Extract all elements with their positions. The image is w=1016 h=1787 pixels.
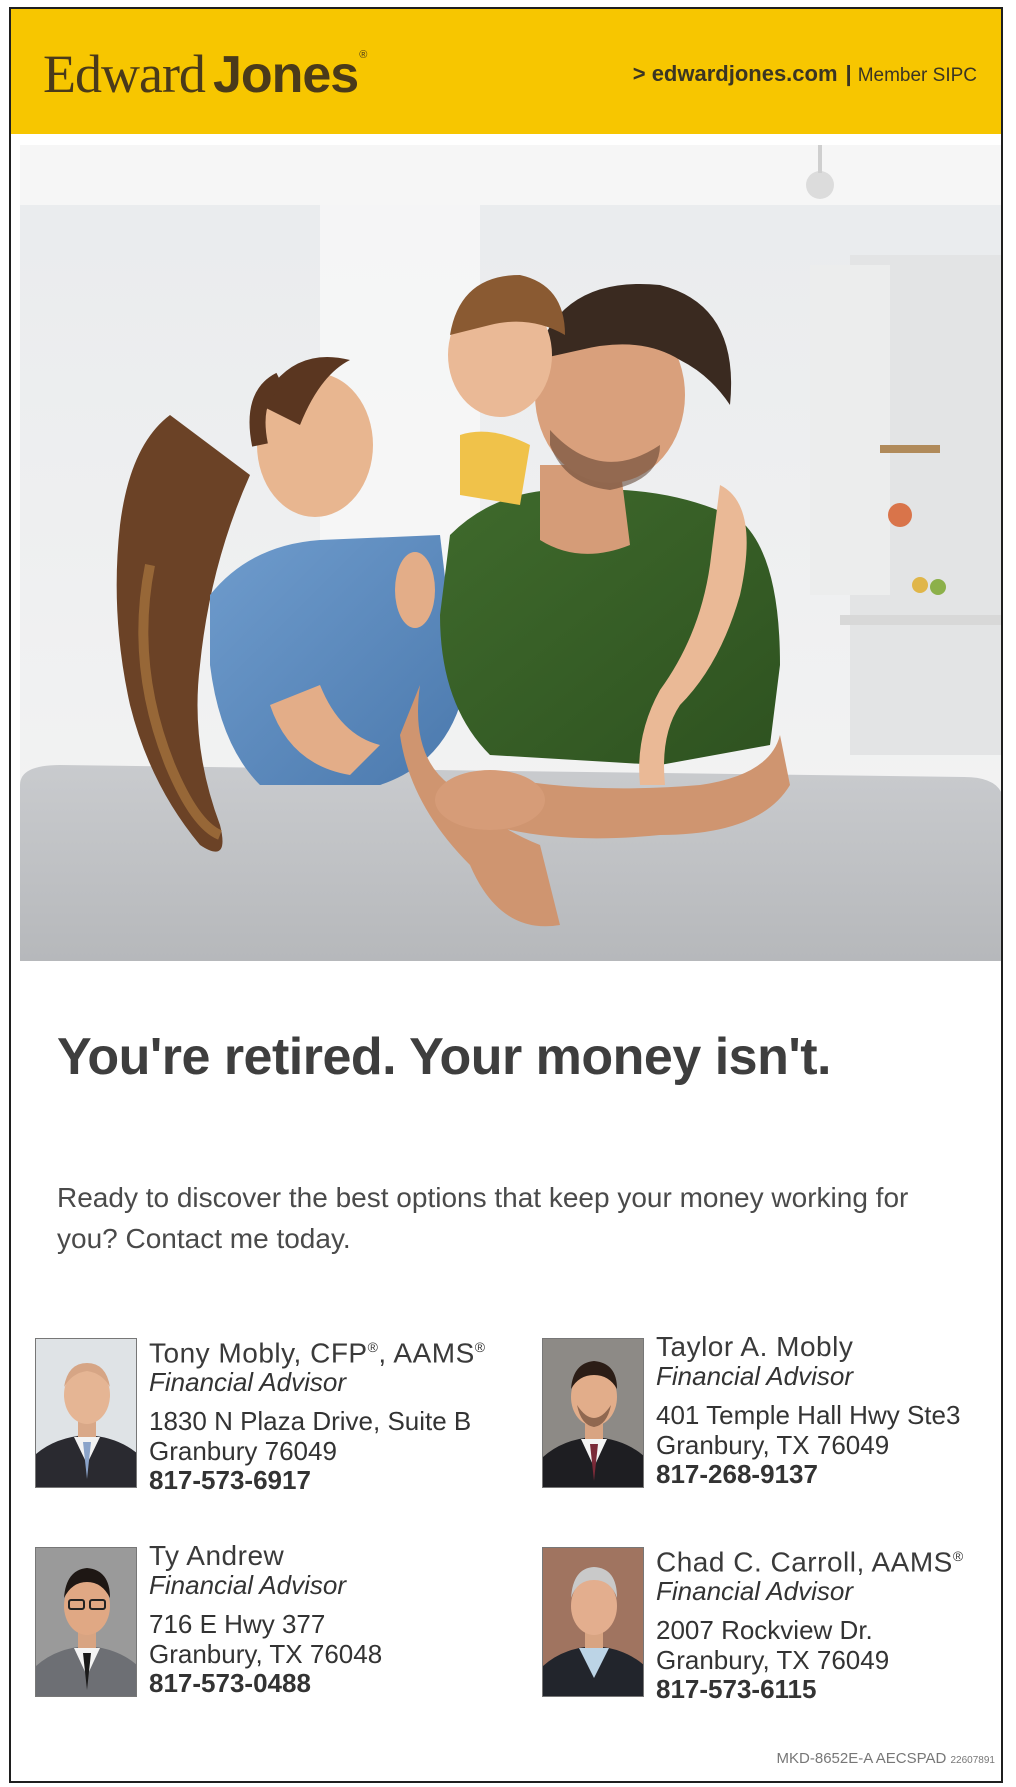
- advisor-address-line2: Granbury, TX 76049: [656, 1430, 890, 1460]
- family-hero-photo: [20, 145, 1001, 961]
- advisor-name: Ty Andrew: [149, 1541, 509, 1571]
- advisor-name-credential: , AAMS: [378, 1337, 475, 1369]
- advisor-address-line1: 1830 N Plaza Drive, Suite B: [149, 1406, 472, 1437]
- advisor-address-line1: 401 Temple Hall Hwy Ste3: [656, 1400, 961, 1430]
- advisor-name-text: Ty Andrew: [149, 1540, 285, 1571]
- advisor-card: Taylor A. Mobly Financial Advisor 401 Te…: [542, 1332, 1001, 1498]
- footer-code-number: 22607891: [950, 1755, 996, 1766]
- advisor-name-text: Chad C. Carroll, AAMS: [656, 1546, 953, 1578]
- advisor-card: Chad C. Carroll, AAMS® Financial Advisor…: [542, 1547, 1001, 1707]
- advisor-name: Chad C. Carroll, AAMS®: [656, 1541, 1001, 1578]
- footer-code-text: MKD-8652E-A AECSPAD: [776, 1750, 947, 1767]
- advisor-photo: [35, 1338, 137, 1488]
- advisor-address-line1: 2007 Rockview Dr.: [656, 1615, 873, 1646]
- advisor-card: Tony Mobly, CFP®, AAMS® Financial Adviso…: [35, 1338, 505, 1498]
- advisor-title: Financial Advisor: [149, 1367, 347, 1398]
- body-copy: Ready to discover the best options that …: [57, 1182, 909, 1254]
- advisor-phone[interactable]: 817-573-6917: [149, 1466, 509, 1494]
- advisor-name-text: Taylor A. Mobly: [656, 1331, 854, 1362]
- footer-job-code: MKD-8652E-A AECSPAD 22607891: [777, 1750, 995, 1767]
- advisor-phone[interactable]: 817-268-9137: [656, 1460, 1001, 1488]
- advisor-photo: [542, 1547, 644, 1697]
- advisor-info: Taylor A. Mobly Financial Advisor 401 Te…: [656, 1331, 1001, 1489]
- advisor-card: Ty Andrew Financial Advisor 716 E Hwy 37…: [35, 1541, 505, 1707]
- advisor-title: Financial Advisor: [656, 1361, 854, 1391]
- headline: You're retired. Your money isn't.: [57, 1028, 831, 1086]
- advisor-name-text: Tony Mobly, CFP: [149, 1337, 368, 1369]
- logo-registered-mark: ®: [359, 49, 368, 61]
- advisor-address-line2: Granbury, TX 76048: [149, 1639, 383, 1669]
- registered-mark: ®: [952, 1548, 964, 1564]
- registered-mark: ®: [474, 1339, 486, 1355]
- advisor-title: Financial Advisor: [656, 1576, 854, 1607]
- advisor-name: Taylor A. Mobly: [656, 1331, 1001, 1362]
- logo-word-jones: Jones: [212, 46, 359, 104]
- advisor-title: Financial Advisor: [149, 1570, 347, 1600]
- advisor-name: Tony Mobly, CFP®, AAMS®: [149, 1332, 509, 1368]
- advisor-photo: [35, 1547, 137, 1697]
- header-contact: > edwardjones.com | Member SIPC: [633, 61, 977, 87]
- ad-frame: Edward Jones® > edwardjones.com | Member SI…: [9, 7, 1003, 1783]
- advisor-address-line1: 716 E Hwy 377: [149, 1609, 326, 1639]
- advisor-info: Ty Andrew Financial Advisor 716 E Hwy 37…: [149, 1541, 509, 1698]
- advisor-address-line2: Granbury 76049: [149, 1436, 337, 1467]
- advisor-info: Chad C. Carroll, AAMS® Financial Advisor…: [656, 1541, 1001, 1704]
- edward-jones-logo: Edward Jones®: [43, 43, 368, 104]
- advisor-photo: [542, 1338, 644, 1488]
- advisor-address-line2: Granbury, TX 76049: [656, 1645, 890, 1676]
- registered-mark: ®: [367, 1339, 379, 1355]
- advisor-phone[interactable]: 817-573-6115: [656, 1675, 1001, 1703]
- advisor-info: Tony Mobly, CFP®, AAMS® Financial Adviso…: [149, 1332, 509, 1495]
- website-link[interactable]: > edwardjones.com: [633, 61, 838, 86]
- logo-word-edward: Edward: [43, 44, 206, 104]
- member-sipc-text: Member SIPC: [857, 65, 977, 86]
- advisor-phone[interactable]: 817-573-0488: [149, 1669, 509, 1697]
- header-band: Edward Jones® > edwardjones.com | Member SI…: [11, 9, 1001, 134]
- header-separator: |: [845, 61, 852, 86]
